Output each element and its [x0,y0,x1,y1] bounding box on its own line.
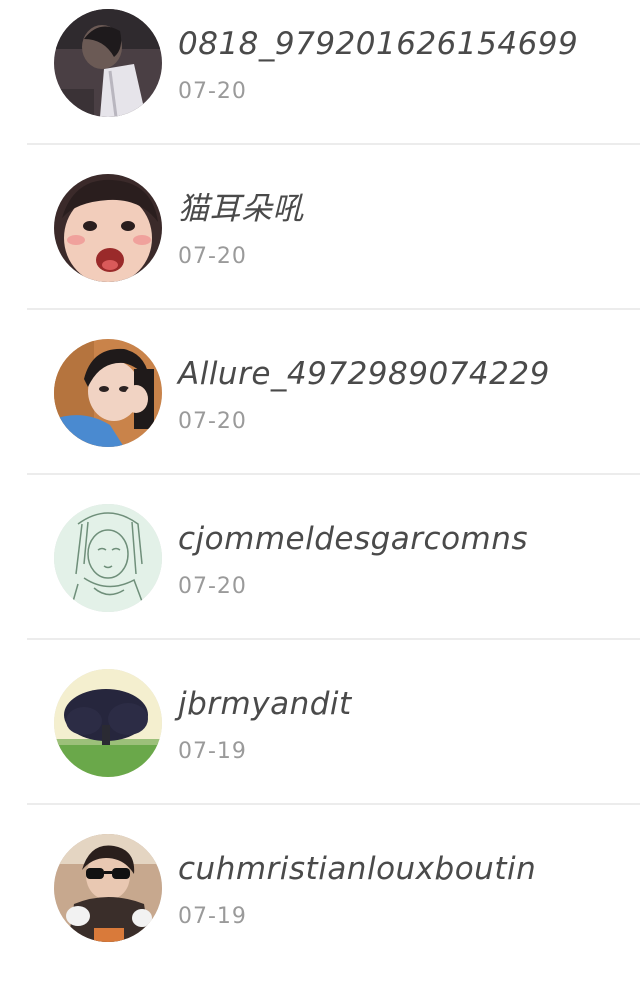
contact-date: 07-20 [178,79,247,104]
avatar[interactable] [54,174,162,282]
list-item[interactable]: 猫耳朵吼 07-20 [0,165,640,330]
list-item[interactable]: cuhmristianlouxboutin 07-19 [0,825,640,990]
divider [27,803,640,805]
contact-name: cjommeldesgarcomns [178,521,529,557]
list-item[interactable]: 0818_979201626154699 07-20 [0,0,640,165]
avatar-dark-figure-icon [54,9,162,117]
contact-date: 07-20 [178,409,247,434]
contact-name: jbrmyandit [178,686,352,722]
list-item[interactable]: jbrmyandit 07-19 [0,660,640,825]
contact-date: 07-19 [178,904,247,929]
avatar[interactable] [54,834,162,942]
avatar-girl-selfie-icon [54,339,162,447]
contact-name: 0818_979201626154699 [178,26,579,62]
avatar[interactable] [54,669,162,777]
contact-list: 0818_979201626154699 07-20 猫耳朵吼 07-20 Al… [0,0,640,958]
avatar-line-drawing-icon [54,504,162,612]
divider [27,473,640,475]
avatar-tree-icon [54,669,162,777]
avatar[interactable] [54,339,162,447]
avatar[interactable] [54,504,162,612]
contact-date: 07-19 [178,739,247,764]
divider [27,638,640,640]
list-item[interactable]: Allure_4972989074229 07-20 [0,330,640,495]
avatar[interactable] [54,9,162,117]
contact-name: cuhmristianlouxboutin [178,851,537,887]
contact-date: 07-20 [178,574,247,599]
contact-date: 07-20 [178,244,247,269]
divider [27,308,640,310]
divider [27,143,640,145]
contact-name: Allure_4972989074229 [178,356,550,392]
list-item[interactable]: cjommeldesgarcomns 07-20 [0,495,640,660]
avatar-sunglasses-icon [54,834,162,942]
avatar-surprised-face-icon [54,174,162,282]
contact-name: 猫耳朵吼 [178,191,304,227]
